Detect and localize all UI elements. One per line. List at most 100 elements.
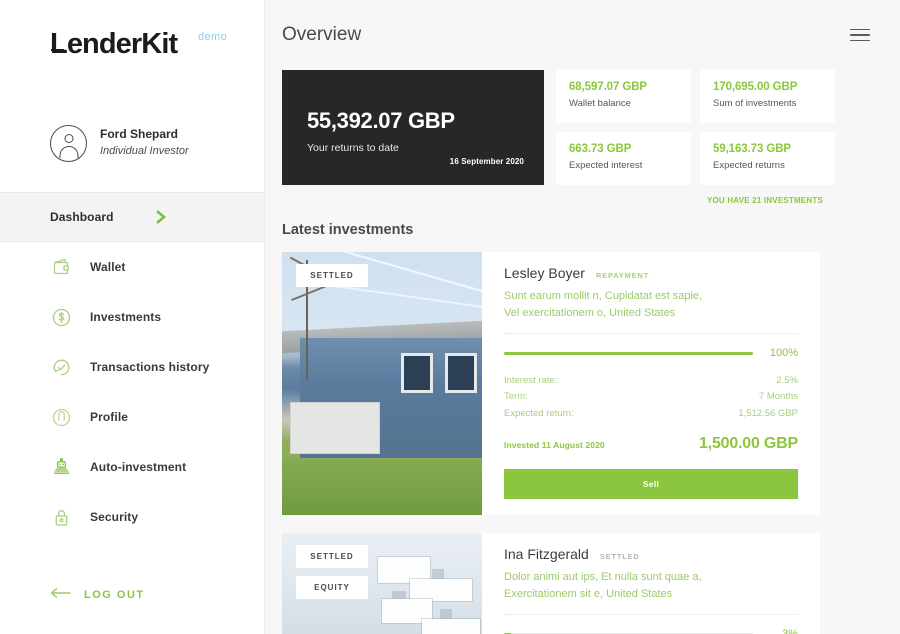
main-content: Overview 55,392.07 GBP Your returns to d… — [265, 0, 900, 634]
stat-card-sum-of-investments: 170,695.00 GBP Sum of investments — [700, 70, 835, 123]
investment-photo: SETTLED — [282, 252, 482, 516]
stat-value: 170,695.00 GBP — [713, 81, 798, 93]
address-line-2: Exercitationem sit e, United States — [504, 588, 673, 601]
invested-date-note: Invested 11 August 2020 — [504, 440, 605, 451]
stat-cards-grid: 68,597.07 GBP Wallet balance 170,695.00 … — [556, 70, 835, 185]
sidebar-item-wallet[interactable]: Wallet — [0, 242, 264, 292]
photo-badges: SETTLED EQUITY — [296, 545, 368, 600]
term-key: Expected return: — [504, 407, 574, 419]
status-badge: SETTLED — [296, 264, 368, 287]
logo[interactable]: LenderKit demo — [50, 30, 227, 59]
logout-label: LOG OUT — [84, 589, 145, 601]
investment-name: Ina Fitzgerald — [504, 546, 589, 563]
hamburger-line — [850, 34, 870, 36]
stat-value: 68,597.07 GBP — [569, 81, 647, 93]
avatar-body-shape — [59, 145, 78, 158]
term-key: Term: — [504, 391, 528, 403]
logout-button[interactable]: LOG OUT — [50, 586, 145, 604]
robot-icon — [50, 456, 72, 478]
progress-fill — [504, 351, 753, 355]
hamburger-line — [850, 39, 870, 42]
stat-label: Expected interest — [569, 160, 643, 171]
stat-card-wallet-balance: 68,597.07 GBP Wallet balance — [556, 70, 691, 123]
investment-card[interactable]: SETTLED Lesley Boyer REPAYMENT Sunt earu… — [282, 252, 820, 516]
building-block — [410, 579, 472, 602]
sidebar-item-dashboard[interactable]: Dashboard — [0, 192, 264, 242]
sidebar-item-label: Transactions history — [90, 360, 210, 374]
type-badge: EQUITY — [296, 576, 368, 600]
investment-header: Ina Fitzgerald SETTLED — [504, 546, 798, 562]
user-name: Ford Shepard — [100, 127, 179, 142]
stat-value: 59,163.73 GBP — [713, 143, 791, 155]
term-value: 2.5% — [776, 375, 798, 387]
progress-track — [504, 351, 753, 355]
hamburger-menu-icon[interactable] — [850, 25, 870, 46]
sell-button[interactable]: Sell — [504, 469, 798, 500]
returns-date: 16 September 2020 — [449, 157, 524, 166]
brand-demo-label: demo — [198, 31, 228, 43]
term-value: 7 Months — [758, 391, 798, 403]
investment-type-tag: SETTLED — [599, 552, 640, 562]
progress-percent: 3% — [766, 628, 798, 634]
top-bar: Overview — [265, 0, 900, 70]
stats-row: 55,392.07 GBP Your returns to date 16 Se… — [265, 70, 900, 185]
term-row: Expected return: 1,512.56 GBP — [504, 406, 798, 422]
avatar-head-shape — [64, 133, 73, 143]
stat-card-expected-returns: 59,163.73 GBP Expected returns — [700, 132, 835, 185]
address-line-2: Vel exercitationem o, United States — [504, 307, 676, 320]
stat-value: 663.73 GBP — [569, 143, 632, 155]
funding-progress: 100% — [504, 347, 798, 359]
sidebar: LenderKit demo Ford Shepard Individual I… — [0, 0, 265, 634]
divider — [504, 333, 798, 335]
sidebar-item-investments[interactable]: Investments — [0, 292, 264, 342]
divider — [504, 614, 798, 616]
investment-name: Lesley Boyer — [504, 265, 585, 281]
investment-type-tag: REPAYMENT — [595, 271, 649, 280]
user-role: Individual Investor — [100, 144, 189, 157]
profile-circle-icon — [50, 406, 72, 428]
latest-investments-title: Latest investments — [282, 222, 414, 238]
latest-investments-list: SETTLED Lesley Boyer REPAYMENT Sunt earu… — [265, 238, 900, 634]
invested-amount: 1,500.00 GBP — [699, 435, 798, 453]
investment-terms: Interest rate: 2.5% Term: 7 Months Expec… — [504, 373, 798, 422]
progress-percent: 100% — [769, 347, 798, 360]
returns-amount: 55,392.07 GBP — [307, 108, 455, 133]
term-row: Term: 7 Months — [504, 389, 798, 405]
user-text: Ford Shepard Individual Investor — [100, 126, 189, 159]
status-badge: SETTLED — [296, 545, 368, 569]
photo-badges: SETTLED — [296, 264, 368, 287]
returns-hero-card: 55,392.07 GBP Your returns to date 16 Se… — [282, 70, 544, 185]
house-garage — [290, 402, 380, 454]
hamburger-line — [850, 28, 870, 31]
house-window — [448, 356, 474, 390]
investment-card[interactable]: SETTLED EQUITY Ina Fitzgerald SETTLED Do… — [282, 533, 820, 634]
brand-area: LenderKit demo — [0, 0, 264, 84]
property-photo-house — [282, 252, 482, 516]
sidebar-item-transactions-history[interactable]: Transactions history — [0, 342, 264, 392]
building-shadow — [392, 591, 406, 600]
building-shadow — [440, 609, 452, 620]
user-block[interactable]: Ford Shepard Individual Investor — [0, 84, 264, 174]
sidebar-item-profile[interactable]: Profile — [0, 392, 264, 442]
sidebar-item-auto-investment[interactable]: Auto-investment — [0, 442, 264, 492]
avatar — [50, 124, 87, 162]
stat-label: Sum of investments — [713, 98, 797, 109]
lawn — [282, 459, 482, 516]
address-line-1: Sunt earum mollit n, Cupidatat est sapie… — [504, 290, 703, 302]
investment-header: Lesley Boyer REPAYMENT — [504, 265, 798, 281]
term-value: 1,512.56 GBP — [738, 407, 798, 419]
stat-label: Expected returns — [713, 160, 785, 171]
sidebar-item-label: Auto-investment — [90, 460, 187, 474]
sidebar-item-label: Investments — [90, 310, 162, 324]
term-row: Interest rate: 2.5% — [504, 373, 798, 389]
building-block — [422, 619, 480, 634]
address-line-1: Dolor animi aut ips, Et nulla sunt quae … — [504, 571, 702, 584]
sidebar-item-security[interactable]: Security — [0, 492, 264, 542]
funding-progress: 3% — [504, 628, 798, 634]
sidebar-nav: Dashboard Wallet Investments Transaction… — [0, 192, 264, 542]
investment-photo: SETTLED EQUITY — [282, 533, 482, 634]
stat-label: Wallet balance — [569, 98, 631, 109]
page-title: Overview — [282, 24, 362, 45]
investment-address: Dolor animi aut ips, Et nulla sunt quae … — [504, 569, 798, 603]
sidebar-item-label: Dashboard — [50, 210, 114, 224]
